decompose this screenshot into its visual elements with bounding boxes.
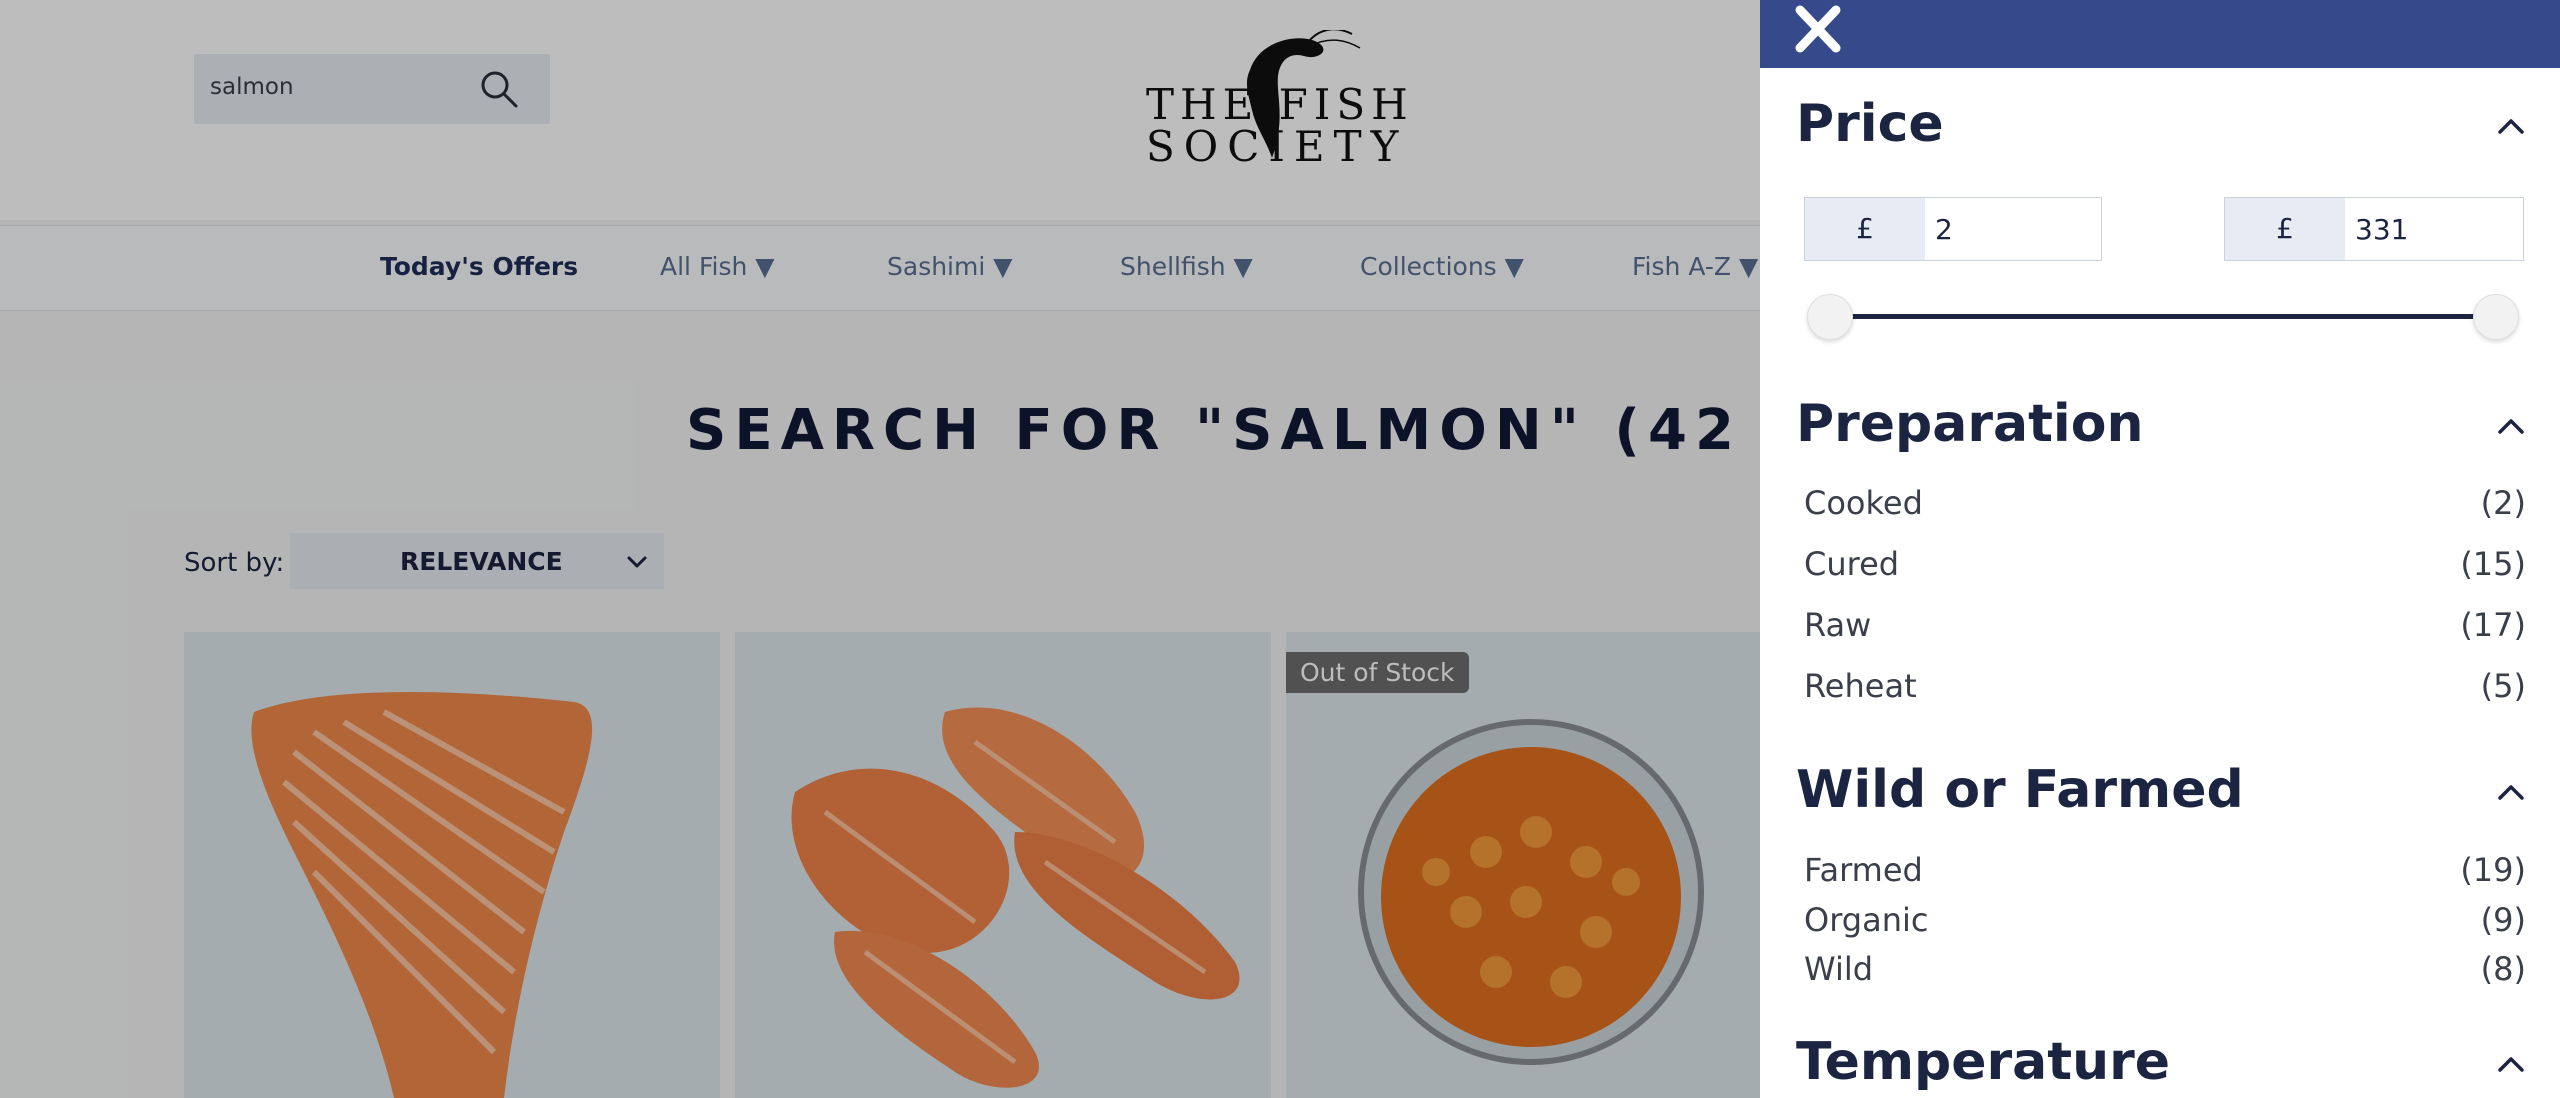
close-icon[interactable] xyxy=(1792,4,1844,54)
filter-option-label: Farmed xyxy=(1804,851,1923,889)
product-card[interactable] xyxy=(184,632,720,1098)
filter-option-count: (17) xyxy=(2460,606,2526,644)
chevron-up-icon[interactable] xyxy=(2496,1054,2526,1074)
filter-section-title-temperature[interactable]: Temperature xyxy=(1796,1032,2170,1092)
drawer-header xyxy=(1760,0,2560,68)
price-min-field: £ xyxy=(1804,197,2102,261)
logo-text-line2: SOCIETY xyxy=(1146,122,1408,171)
nav-item-fish-a-z[interactable]: Fish A-Z ▼ xyxy=(1632,252,1758,281)
search-icon[interactable] xyxy=(478,68,520,110)
filter-section-title-wild-or-farmed[interactable]: Wild or Farmed xyxy=(1796,760,2244,820)
currency-label: £ xyxy=(2225,198,2345,260)
search-box[interactable]: salmon xyxy=(194,54,550,124)
filter-option-count: (15) xyxy=(2460,545,2526,583)
filter-option-count: (8) xyxy=(2480,950,2526,988)
filter-option-label: Cooked xyxy=(1804,484,1923,522)
filter-option-wild[interactable]: Wild (8) xyxy=(1804,950,2526,994)
product-image xyxy=(735,632,1271,1098)
filter-option-count: (9) xyxy=(2480,901,2526,939)
filter-option-reheat[interactable]: Reheat (5) xyxy=(1804,667,2526,711)
price-slider-track[interactable] xyxy=(1830,314,2496,319)
currency-label: £ xyxy=(1805,198,1925,260)
price-slider-handle-max[interactable] xyxy=(2473,294,2519,340)
product-card[interactable] xyxy=(735,632,1271,1098)
filter-drawer: Price £ £ Preparation Cooked (2) Cured (… xyxy=(1760,0,2560,1098)
filter-option-label: Cured xyxy=(1804,545,1900,583)
filter-option-label: Organic xyxy=(1804,901,1929,939)
filter-option-label: Reheat xyxy=(1804,667,1917,705)
filter-option-raw[interactable]: Raw (17) xyxy=(1804,606,2526,650)
product-image xyxy=(1286,632,1760,1098)
nav-item-sashimi[interactable]: Sashimi ▼ xyxy=(887,252,1012,281)
filter-option-count: (19) xyxy=(2460,851,2526,889)
chevron-down-icon xyxy=(627,556,647,568)
site-logo[interactable]: THE FISH SOCIETY xyxy=(1140,30,1410,171)
filter-option-cooked[interactable]: Cooked (2) xyxy=(1804,484,2526,528)
price-max-field: £ xyxy=(2224,197,2524,261)
product-card[interactable]: Out of Stock xyxy=(1286,632,1760,1098)
nav-item-shellfish[interactable]: Shellfish ▼ xyxy=(1120,252,1253,281)
product-image xyxy=(184,632,720,1098)
search-input[interactable]: salmon xyxy=(210,74,294,100)
price-min-input[interactable] xyxy=(1925,198,2101,260)
filter-option-count: (5) xyxy=(2480,667,2526,705)
filter-option-label: Raw xyxy=(1804,606,1872,644)
nav-item-todays-offers[interactable]: Today's Offers xyxy=(380,252,578,281)
chevron-up-icon[interactable] xyxy=(2496,782,2526,802)
chevron-up-icon[interactable] xyxy=(2496,116,2526,136)
filter-option-label: Wild xyxy=(1804,950,1874,988)
filter-section-title-price[interactable]: Price xyxy=(1796,94,1944,154)
sort-value: RELEVANCE xyxy=(400,547,563,576)
sort-label: Sort by: xyxy=(184,548,285,578)
nav-item-collections[interactable]: Collections ▼ xyxy=(1360,252,1524,281)
filter-option-organic[interactable]: Organic (9) xyxy=(1804,901,2526,945)
price-slider-handle-min[interactable] xyxy=(1807,294,1853,340)
filter-option-count: (2) xyxy=(2480,484,2526,522)
filter-option-cured[interactable]: Cured (15) xyxy=(1804,545,2526,589)
status-badge: Out of Stock xyxy=(1286,652,1469,693)
price-max-input[interactable] xyxy=(2345,198,2523,260)
filter-option-farmed[interactable]: Farmed (19) xyxy=(1804,851,2526,895)
chevron-up-icon[interactable] xyxy=(2496,416,2526,436)
filter-section-title-preparation[interactable]: Preparation xyxy=(1796,394,2144,454)
sort-select[interactable]: RELEVANCE xyxy=(290,533,664,589)
nav-item-all-fish[interactable]: All Fish ▼ xyxy=(660,252,775,281)
